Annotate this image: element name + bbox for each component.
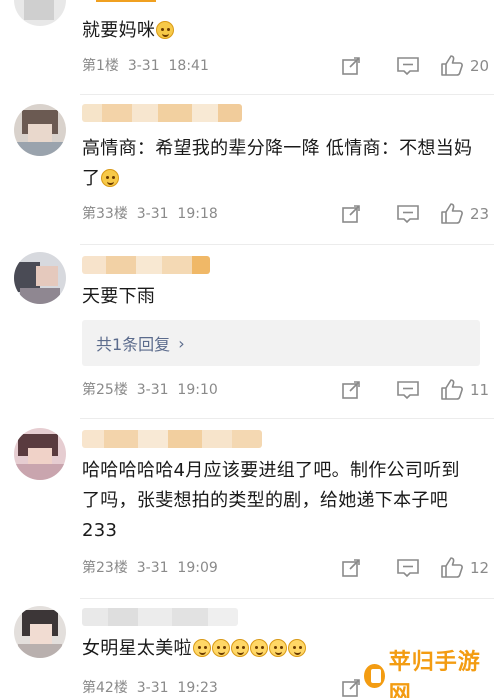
floor-number: 第33楼 — [82, 206, 128, 222]
comment-meta: 第33楼 3-31 19:18 — [82, 204, 218, 224]
avatar[interactable] — [14, 428, 66, 480]
floor-number: 第23楼 — [82, 560, 128, 576]
forward-button[interactable] — [340, 54, 362, 78]
username-blurred[interactable] — [82, 256, 210, 274]
comment-time: 19:23 — [177, 680, 218, 696]
comment-actions: 23 — [304, 202, 494, 226]
thumbs-up-icon — [441, 379, 463, 400]
site-watermark: 苹归手游网 — [364, 650, 488, 698]
comment-bubble-icon — [397, 57, 419, 76]
comment-time: 19:09 — [177, 560, 218, 576]
forward-button[interactable] — [340, 202, 362, 226]
comment-actions: 20 — [304, 54, 494, 78]
crying-emoji-icon — [268, 639, 287, 657]
share-forward-icon — [342, 57, 360, 75]
comment-divider — [80, 598, 494, 599]
chevron-right-icon: › — [178, 333, 185, 353]
comment-meta: 第1楼 3-31 18:41 — [82, 56, 209, 76]
share-forward-icon — [342, 205, 360, 223]
like-count: 11 — [470, 381, 490, 399]
doge-emoji-icon — [156, 21, 175, 39]
reply-thread-link[interactable]: 共1条回复 › — [82, 320, 480, 366]
forward-button[interactable] — [340, 378, 362, 402]
comment-date: 3-31 — [136, 382, 169, 398]
username-blurred[interactable] — [82, 608, 238, 626]
comment-meta: 第25楼 3-31 19:10 — [82, 380, 218, 400]
avatar[interactable] — [14, 0, 66, 26]
comment-text: 就要妈咪 — [82, 16, 476, 46]
like-count: 23 — [470, 205, 490, 223]
username-blurred[interactable] — [82, 430, 262, 448]
reply-button[interactable] — [396, 556, 420, 580]
like-button[interactable]: 11 — [440, 378, 489, 402]
floor-number: 第42楼 — [82, 680, 128, 696]
floor-number: 第25楼 — [82, 382, 128, 398]
thumbs-up-icon — [441, 557, 463, 578]
comment-time: 18:41 — [168, 58, 209, 74]
crying-emoji-icon — [249, 639, 268, 657]
username-blurred[interactable] — [82, 104, 242, 122]
comment-meta: 第23楼 3-31 19:09 — [82, 558, 218, 578]
like-count: 20 — [470, 57, 490, 75]
thumbs-up-icon — [441, 55, 463, 76]
crying-emoji-icon — [211, 639, 230, 657]
like-button[interactable]: 20 — [440, 54, 489, 78]
like-button[interactable]: 12 — [440, 556, 489, 580]
comment-text-content: 高情商：希望我的辈分降一降 低情商：不想当妈了 — [82, 138, 473, 189]
avatar[interactable] — [14, 606, 66, 658]
comment-text: 哈哈哈哈哈4月应该要进组了吧。制作公司听到了吗，张斐想拍的类型的剧，给她递下本子… — [82, 456, 476, 546]
comment-text-content: 就要妈咪 — [82, 20, 156, 41]
forward-button[interactable] — [340, 556, 362, 580]
comment-divider — [80, 418, 494, 419]
comment-divider — [80, 244, 494, 245]
watermark-logo-icon — [364, 664, 385, 688]
comment-time: 19:10 — [177, 382, 218, 398]
comment-text: 高情商：希望我的辈分降一降 低情商：不想当妈了 — [82, 134, 476, 194]
comment-text-content: 哈哈哈哈哈4月应该要进组了吧。制作公司听到了吗，张斐想拍的类型的剧，给她递下本子… — [82, 460, 460, 541]
comment-bubble-icon — [397, 381, 419, 400]
comment-date: 3-31 — [136, 680, 169, 696]
reply-button[interactable] — [396, 378, 420, 402]
reply-button[interactable] — [396, 54, 420, 78]
watermark-text: 苹归手游网 — [388, 650, 481, 698]
doge-emoji-icon — [101, 169, 120, 187]
comment-text-content: 女明星太美啦 — [82, 638, 192, 659]
share-forward-icon — [342, 679, 360, 697]
comment-date: 3-31 — [136, 206, 169, 222]
comment-date: 3-31 — [136, 560, 169, 576]
avatar[interactable] — [14, 104, 66, 156]
like-button[interactable]: 23 — [440, 202, 489, 226]
comment-time: 19:18 — [177, 206, 218, 222]
comment-actions: 11 — [304, 378, 494, 402]
crying-emoji-icon — [230, 639, 249, 657]
reply-count-label: 共1条回复 — [96, 335, 171, 354]
comment-actions: 12 — [304, 556, 494, 580]
comment-date: 3-31 — [127, 58, 160, 74]
share-forward-icon — [342, 559, 360, 577]
reply-button[interactable] — [396, 202, 420, 226]
floor-number: 第1楼 — [82, 58, 119, 74]
crying-emoji-icon — [287, 639, 306, 657]
crying-emoji-icon — [192, 639, 211, 657]
comment-text: 天要下雨 — [82, 282, 476, 312]
forward-button[interactable] — [340, 676, 362, 698]
comment-meta: 第42楼 3-31 19:23 — [82, 678, 218, 698]
comment-divider — [80, 94, 494, 95]
avatar[interactable] — [14, 252, 66, 304]
thumbs-up-icon — [441, 203, 463, 224]
comment-text-content: 天要下雨 — [82, 286, 156, 307]
top-accent-line — [96, 0, 156, 2]
comment-bubble-icon — [397, 559, 419, 578]
comment-bubble-icon — [397, 205, 419, 224]
like-count: 12 — [470, 559, 490, 577]
share-forward-icon — [342, 381, 360, 399]
